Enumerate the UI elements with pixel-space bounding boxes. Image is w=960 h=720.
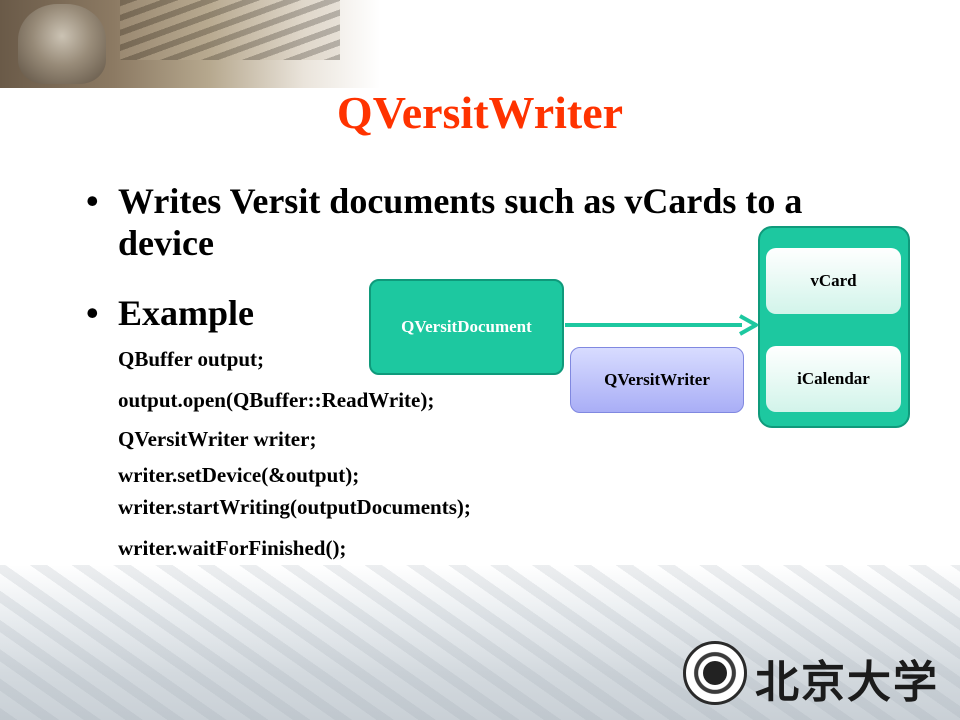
university-name-calligraphy: 北京大学 xyxy=(755,657,939,708)
flow-arrow-head xyxy=(739,314,758,336)
university-seal-logo xyxy=(683,641,747,705)
vcard-node: vCard xyxy=(766,248,901,314)
icalendar-node: iCalendar xyxy=(766,346,901,412)
seal-center xyxy=(703,661,727,685)
qversitdocument-node: QVersitDocument xyxy=(369,279,564,375)
qversitwriter-node: QVersitWriter xyxy=(570,347,744,413)
